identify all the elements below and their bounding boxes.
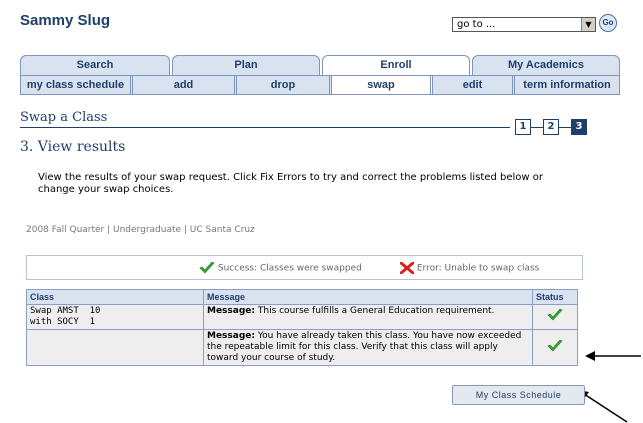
arrow-up-left-icon bbox=[578, 390, 628, 423]
table-row: Message: You have already taken this cla… bbox=[26, 329, 578, 366]
goto-dropdown[interactable]: go to ... ▼ bbox=[452, 17, 596, 32]
student-name: Sammy Slug bbox=[20, 12, 111, 29]
step-connector bbox=[559, 127, 571, 128]
goto-dropdown-value: go to ... bbox=[457, 19, 496, 30]
legend-success: Success: Classes were swapped bbox=[199, 262, 362, 274]
subnav-edit[interactable]: edit bbox=[433, 76, 515, 94]
table-row: Swap AMST 10 with SOCY 1 Message: This c… bbox=[26, 304, 578, 330]
tab-my-academics[interactable]: My Academics bbox=[472, 55, 620, 75]
step-heading: 3. View results bbox=[20, 139, 126, 155]
go-button[interactable]: Go bbox=[599, 14, 617, 32]
class-line: Swap AMST 10 bbox=[30, 306, 101, 316]
message-text: You have already taken this class. You h… bbox=[207, 331, 522, 363]
step-2: 2 bbox=[543, 119, 559, 135]
main-tabs: Search Plan Enroll My Academics bbox=[20, 55, 620, 75]
success-check-icon bbox=[199, 262, 215, 274]
tab-enroll[interactable]: Enroll bbox=[322, 55, 470, 75]
message-cell: Message: This course fulfills a General … bbox=[203, 304, 533, 330]
status-cell bbox=[532, 329, 578, 366]
status-cell bbox=[532, 304, 578, 330]
subnav-term-information[interactable]: term information bbox=[515, 76, 619, 94]
subnav-swap[interactable]: swap bbox=[332, 76, 433, 94]
class-cell bbox=[26, 329, 204, 366]
arrow-left-icon bbox=[585, 351, 641, 361]
subnav-add[interactable]: add bbox=[133, 76, 237, 94]
my-class-schedule-button[interactable]: My Class Schedule bbox=[452, 385, 585, 405]
enroll-subnav: my class schedule add drop swap edit ter… bbox=[20, 75, 620, 95]
column-header-message: Message bbox=[203, 289, 533, 305]
table-header-row: Class Message Status bbox=[26, 289, 578, 305]
message-text: This course fulfills a General Education… bbox=[255, 306, 495, 316]
column-header-class: Class bbox=[26, 289, 204, 305]
term-info: 2008 Fall Quarter | Undergraduate | UC S… bbox=[26, 225, 255, 235]
error-x-icon bbox=[400, 262, 414, 274]
tab-plan[interactable]: Plan bbox=[172, 55, 320, 75]
annotation-arrows bbox=[578, 351, 641, 423]
step-connector bbox=[531, 127, 543, 128]
success-check-icon bbox=[547, 339, 563, 351]
instructions-text: View the results of your swap request. C… bbox=[38, 172, 543, 195]
page-title: Swap a Class bbox=[20, 110, 108, 125]
subnav-my-class-schedule[interactable]: my class schedule bbox=[21, 76, 133, 94]
legend-success-label: Success: Classes were swapped bbox=[217, 263, 362, 274]
step-3: 3 bbox=[571, 119, 587, 135]
class-cell: Swap AMST 10 with SOCY 1 bbox=[26, 304, 204, 330]
success-check-icon bbox=[547, 308, 563, 321]
message-label: Message: bbox=[207, 331, 255, 341]
tab-search[interactable]: Search bbox=[20, 55, 170, 75]
message-cell: Message: You have already taken this cla… bbox=[203, 329, 533, 366]
step-1: 1 bbox=[515, 119, 531, 135]
title-divider bbox=[20, 127, 510, 128]
class-line: with SOCY 1 bbox=[30, 317, 96, 327]
message-label: Message: bbox=[207, 306, 255, 316]
subnav-drop[interactable]: drop bbox=[237, 76, 332, 94]
legend-error-label: Error: Unable to swap class bbox=[416, 263, 540, 274]
status-legend: Success: Classes were swapped Error: Una… bbox=[26, 255, 583, 280]
swap-results-table: Class Message Status Swap AMST 10 with S… bbox=[26, 289, 578, 366]
chevron-down-icon[interactable]: ▼ bbox=[581, 18, 595, 31]
legend-error: Error: Unable to swap class bbox=[400, 262, 539, 274]
column-header-status: Status bbox=[532, 289, 578, 305]
